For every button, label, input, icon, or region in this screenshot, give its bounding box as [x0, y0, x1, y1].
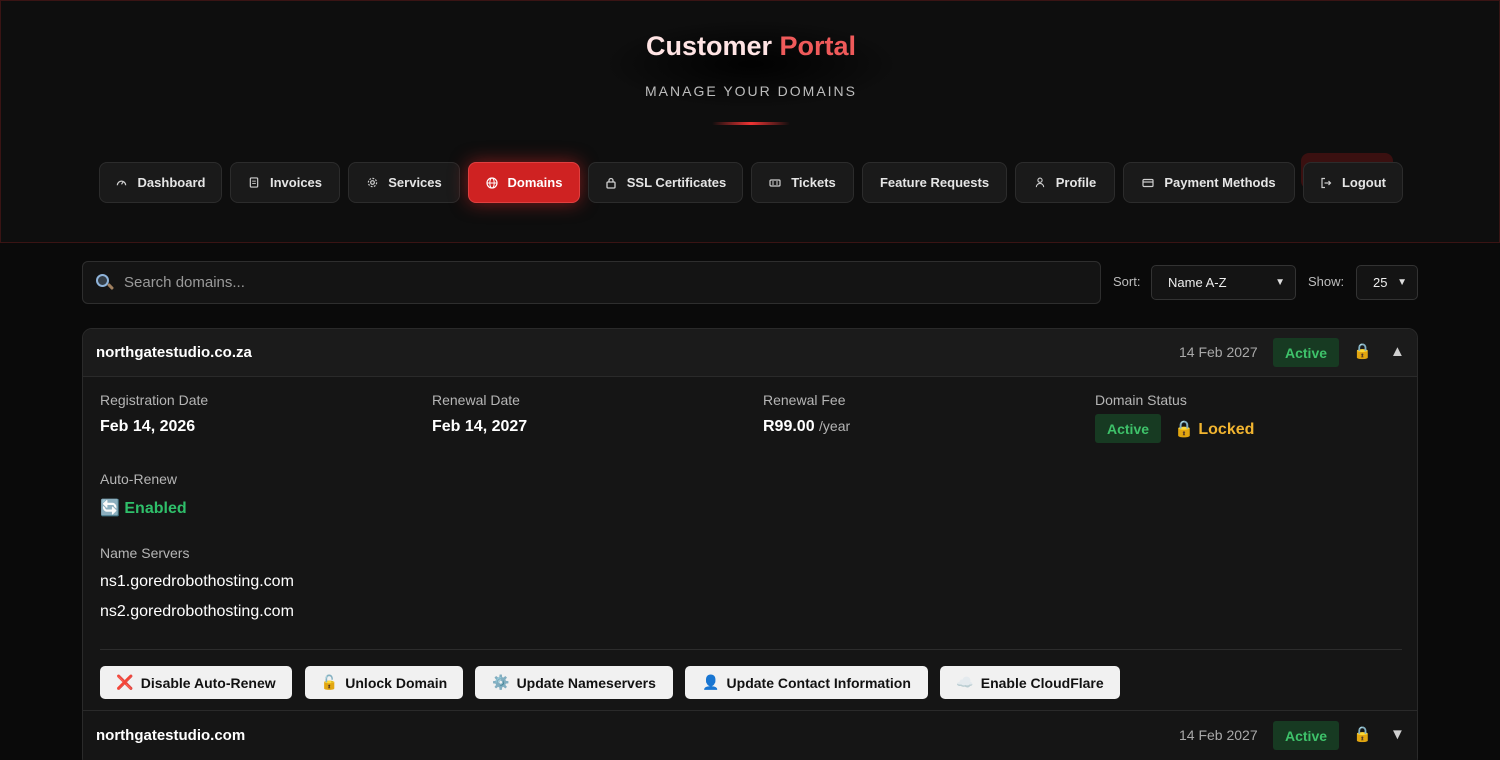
cross-icon: ❌ — [116, 674, 134, 690]
nav-payment-methods[interactable]: Payment Methods — [1123, 162, 1295, 203]
name-servers-label: Name Servers — [100, 545, 190, 561]
chevron-down-icon: ▼ — [1397, 277, 1407, 288]
sort-label: Sort: — [1113, 274, 1141, 289]
lock-icon — [605, 177, 617, 189]
update-contact-label: Update Contact Information — [726, 674, 911, 691]
unlock-domain-label: Unlock Domain — [345, 674, 448, 691]
cloud-icon: ☁️ — [956, 674, 974, 690]
disable-auto-renew-label: Disable Auto-Renew — [140, 674, 276, 691]
domain-search-input[interactable] — [124, 274, 1100, 291]
disable-auto-renew-button[interactable]: ❌ Disable Auto-Renew — [100, 666, 292, 699]
update-nameservers-label: Update Nameservers — [516, 674, 656, 691]
logout-icon — [1320, 177, 1332, 189]
renewal-fee-amount: R99.00 — [763, 418, 815, 435]
name-server-2: ns2.goredrobothosting.com — [100, 603, 294, 620]
status-badge: Active — [1273, 338, 1340, 367]
page-subtitle: MANAGE YOUR DOMAINS — [645, 83, 857, 99]
lock-status-text: Locked — [1198, 421, 1255, 438]
update-nameservers-button[interactable]: ⚙️ Update Nameservers — [475, 666, 673, 699]
nav-tickets-label: Tickets — [791, 175, 836, 190]
domain-expiry-date: 14 Feb 2027 — [1179, 344, 1258, 360]
lock-icon: 🔒 — [1353, 726, 1372, 743]
nav-domains[interactable]: Domains — [468, 162, 580, 203]
user-icon — [1034, 177, 1046, 188]
gauge-icon — [116, 177, 128, 188]
registration-date-value: Feb 14, 2026 — [100, 418, 196, 435]
nav-dashboard[interactable]: Dashboard — [99, 162, 222, 203]
nav-tickets[interactable]: Tickets — [751, 162, 854, 203]
renewal-date-label: Renewal Date — [432, 392, 520, 408]
renewal-fee-unit: /year — [819, 418, 851, 434]
unlock-icon: 🔓 — [320, 674, 339, 690]
domain-row-header[interactable]: northgatestudio.com 14 Feb 2027 Active 🔒… — [83, 710, 1417, 760]
expand-caret-icon[interactable]: ▼ — [1390, 726, 1405, 743]
gear-icon: ⚙️ — [492, 674, 510, 690]
nav-invoices-label: Invoices — [269, 175, 323, 190]
registration-date-label: Registration Date — [100, 392, 209, 408]
show-select[interactable]: 25 ▼ — [1356, 265, 1418, 300]
page-title-part1: Customer — [645, 31, 772, 61]
nav-feature-requests[interactable]: Feature Requests — [862, 162, 1007, 203]
refresh-icon: 🔄 — [100, 500, 120, 517]
invoice-icon — [248, 177, 260, 188]
nav-feature-requests-label: Feature Requests — [879, 175, 990, 190]
lock-status: 🔒 Locked — [1174, 419, 1254, 439]
enable-cloudflare-label: Enable CloudFlare — [980, 674, 1104, 691]
sort-select[interactable]: Name A-Z ▼ — [1151, 265, 1296, 300]
domain-expiry-date: 14 Feb 2027 — [1179, 727, 1258, 743]
nav-services[interactable]: Services — [348, 162, 460, 203]
renewal-fee-value: R99.00 /year — [763, 418, 850, 436]
nav-dashboard-label: Dashboard — [137, 175, 206, 190]
nav-domains-label: Domains — [507, 175, 563, 190]
nav-profile[interactable]: Profile — [1015, 162, 1115, 203]
auto-renew-value: Enabled — [124, 500, 187, 517]
renewal-date-value: Feb 14, 2027 — [432, 418, 528, 435]
nav-payment-methods-label: Payment Methods — [1164, 175, 1276, 190]
collapse-caret-icon[interactable]: ▲ — [1390, 343, 1405, 360]
nav-services-label: Services — [388, 175, 442, 190]
show-label: Show: — [1308, 274, 1345, 289]
gear-icon — [366, 177, 378, 188]
domain-row-header[interactable]: northgatestudio.co.za 14 Feb 2027 Active… — [83, 329, 1417, 377]
name-server-1: ns1.goredrobothosting.com — [100, 573, 294, 590]
search-icon — [95, 273, 115, 293]
auto-renew-status: 🔄 Enabled — [100, 498, 187, 518]
accent-divider — [712, 122, 790, 125]
domain-name: northgatestudio.com — [96, 727, 246, 744]
auto-renew-label: Auto-Renew — [100, 471, 178, 487]
user-icon: 👤 — [702, 674, 720, 690]
credit-card-icon — [1142, 178, 1154, 188]
portal-header: Customer Portal MANAGE YOUR DOMAINS Dash… — [0, 0, 1500, 243]
lock-icon: 🔒 — [1174, 421, 1194, 438]
page-title: Customer Portal — [1, 31, 1499, 62]
renewal-fee-label: Renewal Fee — [763, 392, 846, 408]
nav-ssl-certificates[interactable]: SSL Certificates — [588, 162, 743, 203]
ticket-icon — [769, 178, 781, 188]
actions-divider — [100, 649, 1402, 650]
nav-invoices[interactable]: Invoices — [230, 162, 340, 203]
nav-profile-label: Profile — [1055, 175, 1097, 190]
update-contact-button[interactable]: 👤 Update Contact Information — [685, 666, 928, 699]
domain-list: northgatestudio.co.za 14 Feb 2027 Active… — [82, 328, 1418, 760]
enable-cloudflare-button[interactable]: ☁️ Enable CloudFlare — [940, 666, 1120, 699]
nav-ssl-certificates-label: SSL Certificates — [626, 175, 727, 190]
domain-name: northgatestudio.co.za — [96, 344, 252, 361]
chevron-down-icon: ▼ — [1275, 277, 1285, 288]
lock-icon: 🔒 — [1353, 343, 1372, 360]
globe-icon — [485, 176, 498, 189]
domain-search-box[interactable] — [82, 261, 1101, 304]
nav-logout[interactable]: Logout — [1303, 162, 1403, 203]
unlock-domain-button[interactable]: 🔓 Unlock Domain — [305, 666, 463, 699]
domain-status-label: Domain Status — [1095, 392, 1187, 408]
show-select-value: 25 — [1373, 275, 1388, 290]
sort-select-value: Name A-Z — [1168, 275, 1227, 290]
nav-logout-label: Logout — [1341, 175, 1387, 190]
status-badge: Active — [1273, 721, 1340, 750]
domain-status-badge: Active — [1095, 414, 1162, 443]
page-title-part2: Portal — [779, 31, 857, 61]
